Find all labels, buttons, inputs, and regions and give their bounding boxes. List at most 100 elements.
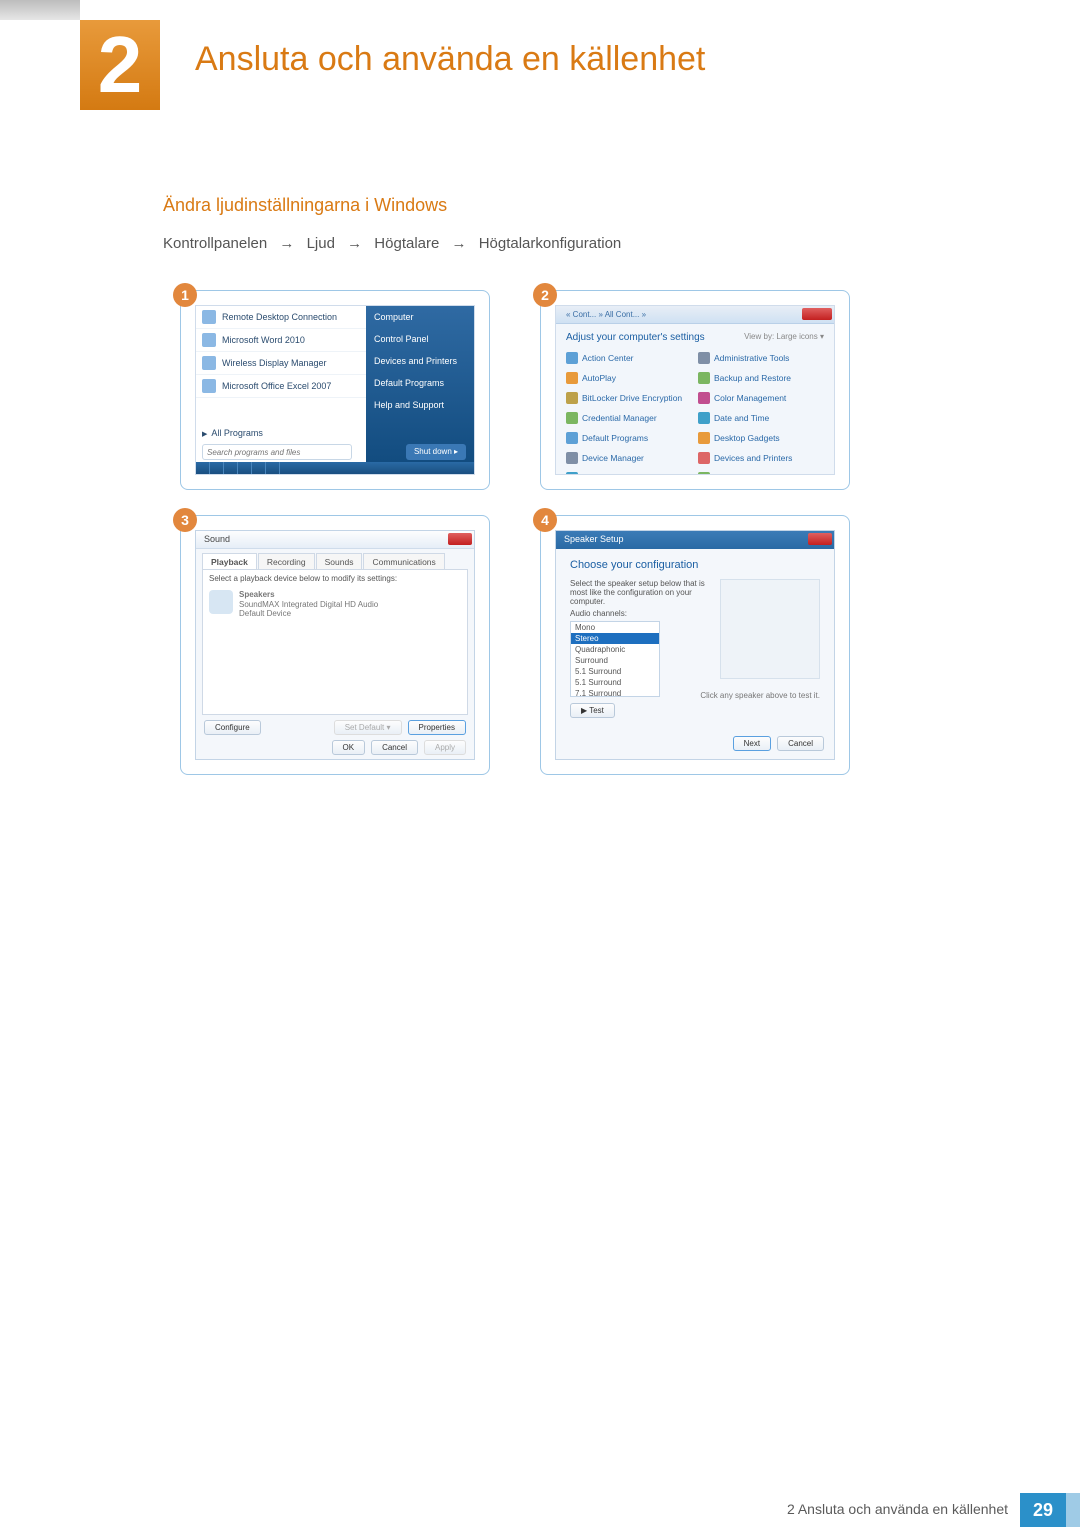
cp-icon xyxy=(698,352,710,364)
list-item[interactable]: Quadraphonic xyxy=(571,644,659,655)
speaker-icon xyxy=(209,590,233,614)
cp-item[interactable]: Default Programs xyxy=(566,428,698,448)
start-right-item[interactable]: Devices and Printers xyxy=(366,350,474,372)
click-hint: Click any speaker above to test it. xyxy=(700,691,820,700)
test-button[interactable]: ▶ Test xyxy=(570,703,615,718)
cp-icon xyxy=(566,432,578,444)
path-step: Ljud xyxy=(307,235,335,252)
screenshot-control-panel: 2 « Cont... » All Cont... » Adjust your … xyxy=(540,290,850,490)
next-button[interactable]: Next xyxy=(733,736,771,751)
cp-item[interactable]: Credential Manager xyxy=(566,408,698,428)
page-number: 29 xyxy=(1020,1493,1066,1527)
list-item[interactable]: Mono xyxy=(571,622,659,633)
all-programs[interactable]: All Programs xyxy=(202,428,263,438)
cp-icon xyxy=(698,372,710,384)
subheading: Ändra ljudinställningarna i Windows xyxy=(163,195,447,216)
start-menu-item[interactable]: Microsoft Office Excel 2007 xyxy=(196,375,366,398)
start-menu-item[interactable]: Remote Desktop Connection xyxy=(196,306,366,329)
list-item[interactable]: Surround xyxy=(571,655,659,666)
cp-item[interactable]: Color Management xyxy=(698,388,830,408)
apply-button[interactable]: Apply xyxy=(424,740,466,755)
start-menu-item[interactable]: Microsoft Word 2010 xyxy=(196,329,366,352)
header-stripe xyxy=(0,0,80,20)
cancel-button[interactable]: Cancel xyxy=(371,740,418,755)
window-titlebar: « Cont... » All Cont... » xyxy=(556,306,834,324)
list-item[interactable]: Stereo xyxy=(571,633,659,644)
shutdown-button[interactable]: Shut down ▸ xyxy=(406,444,466,460)
list-label: Audio channels: xyxy=(570,609,627,618)
step-badge: 2 xyxy=(533,283,557,307)
app-icon xyxy=(202,310,216,324)
cp-item[interactable]: Ease of Access Center xyxy=(698,468,830,475)
configure-button[interactable]: Configure xyxy=(204,720,261,735)
playback-device[interactable]: Speakers SoundMAX Integrated Digital HD … xyxy=(209,590,378,619)
cp-item[interactable]: Display xyxy=(566,468,698,475)
path-step: Högtalarkonfiguration xyxy=(479,235,622,252)
device-sub: Default Device xyxy=(239,609,291,618)
device-name: Speakers xyxy=(239,590,275,599)
app-icon xyxy=(202,356,216,370)
tab-playback[interactable]: Playback xyxy=(202,553,257,570)
cp-item[interactable]: Backup and Restore xyxy=(698,368,830,388)
step-badge: 1 xyxy=(173,283,197,307)
close-icon[interactable] xyxy=(808,533,832,545)
audio-channel-list[interactable]: Mono Stereo Quadraphonic Surround 5.1 Su… xyxy=(570,621,660,697)
cp-item[interactable]: Date and Time xyxy=(698,408,830,428)
chapter-title: Ansluta och använda en källenhet xyxy=(195,40,705,79)
menu-label: Microsoft Word 2010 xyxy=(222,335,305,345)
cp-icon xyxy=(566,352,578,364)
tabs: Playback Recording Sounds Communications xyxy=(202,553,446,570)
arrow-icon: → xyxy=(347,235,362,252)
ok-button[interactable]: OK xyxy=(332,740,366,755)
start-menu-item[interactable]: Wireless Display Manager xyxy=(196,352,366,375)
properties-button[interactable]: Properties xyxy=(408,720,466,735)
close-icon[interactable] xyxy=(802,308,832,320)
footer-caption: 2 Ansluta och använda en källenhet xyxy=(775,1493,1020,1527)
cp-icon xyxy=(566,372,578,384)
search-input[interactable] xyxy=(202,444,352,460)
cp-item[interactable]: Action Center xyxy=(566,348,698,368)
cp-icon xyxy=(698,452,710,464)
breadcrumb[interactable]: « Cont... » All Cont... » xyxy=(566,310,646,319)
tab-recording[interactable]: Recording xyxy=(258,553,315,570)
page-footer: 2 Ansluta och använda en källenhet 29 xyxy=(0,1493,1080,1527)
footer-accent xyxy=(1066,1493,1080,1527)
chapter-number: 2 xyxy=(80,20,160,110)
cp-item[interactable]: BitLocker Drive Encryption xyxy=(566,388,698,408)
start-right-item[interactable]: Computer xyxy=(366,306,474,328)
app-icon xyxy=(202,333,216,347)
start-right-item[interactable]: Control Panel xyxy=(366,328,474,350)
cp-heading: Adjust your computer's settings xyxy=(566,332,705,343)
tab-sounds[interactable]: Sounds xyxy=(316,553,363,570)
screenshot-start-menu: 1 Remote Desktop Connection Microsoft Wo… xyxy=(180,290,490,490)
cp-icon xyxy=(698,472,710,475)
set-default-button[interactable]: Set Default ▾ xyxy=(334,720,402,735)
view-by[interactable]: View by: Large icons ▾ xyxy=(744,332,824,341)
dialog-title: Speaker Setup xyxy=(556,531,834,547)
cp-icon xyxy=(566,412,578,424)
menu-label: Microsoft Office Excel 2007 xyxy=(222,381,331,391)
start-right-item[interactable]: Default Programs xyxy=(366,372,474,394)
navigation-path: Kontrollpanelen → Ljud → Högtalare → Hög… xyxy=(163,235,621,252)
device-sub: SoundMAX Integrated Digital HD Audio xyxy=(239,600,378,609)
close-icon[interactable] xyxy=(448,533,472,545)
cp-item[interactable]: Devices and Printers xyxy=(698,448,830,468)
path-step: Kontrollpanelen xyxy=(163,235,267,252)
cp-item[interactable]: Desktop Gadgets xyxy=(698,428,830,448)
tab-communications[interactable]: Communications xyxy=(363,553,444,570)
cp-icon xyxy=(566,392,578,404)
list-item[interactable]: 5.1 Surround xyxy=(571,677,659,688)
screenshot-speaker-setup: 4 Speaker Setup Choose your configuratio… xyxy=(540,515,850,775)
list-item[interactable]: 7.1 Surround xyxy=(571,688,659,697)
step-badge: 4 xyxy=(533,508,557,532)
cancel-button[interactable]: Cancel xyxy=(777,736,824,751)
arrow-icon: → xyxy=(452,235,467,252)
cp-icon xyxy=(566,452,578,464)
cp-item[interactable]: AutoPlay xyxy=(566,368,698,388)
list-item[interactable]: 5.1 Surround xyxy=(571,666,659,677)
wizard-subtext: Select the speaker setup below that is m… xyxy=(570,579,720,606)
cp-item[interactable]: Administrative Tools xyxy=(698,348,830,368)
cp-icon xyxy=(698,412,710,424)
cp-item[interactable]: Device Manager xyxy=(566,448,698,468)
start-right-item[interactable]: Help and Support xyxy=(366,394,474,416)
